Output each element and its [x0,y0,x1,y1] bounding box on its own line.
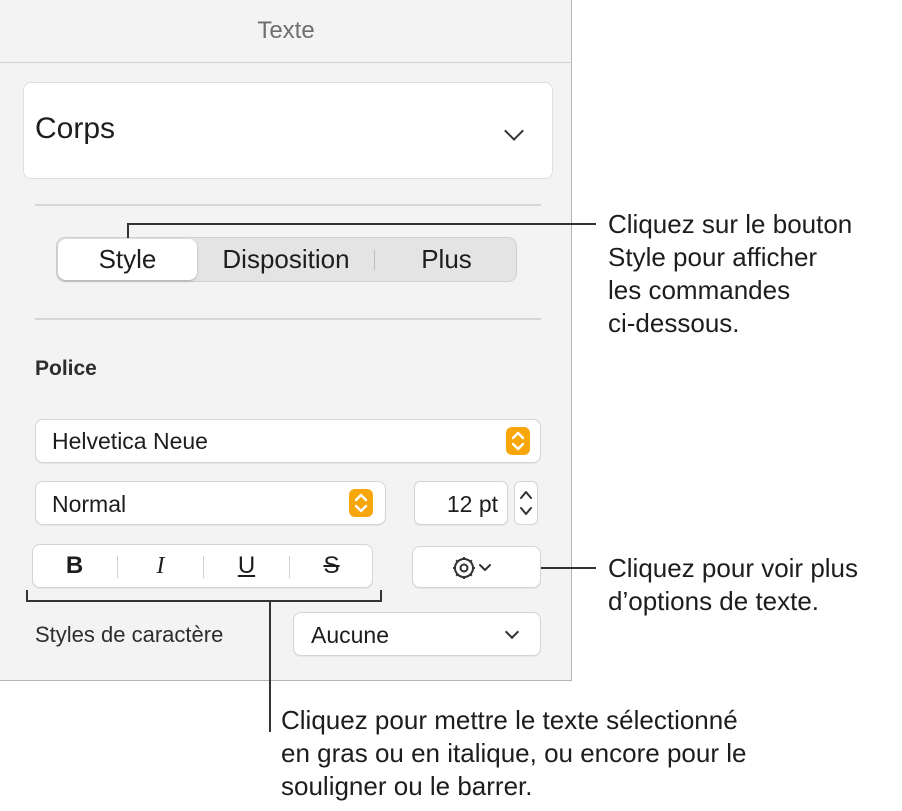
divider [35,318,541,320]
callout-line: d’options de texte. [608,586,820,616]
underline-button[interactable]: U [204,544,289,588]
callout-line: ci-dessous. [608,308,740,338]
tab-plus[interactable]: Plus [378,239,515,280]
callout-line: Style pour afficher [608,242,818,272]
callout-style-button: Cliquez sur le bouton Style pour affiche… [608,208,852,340]
panel-title: Texte [257,17,315,44]
font-section-label: Police [35,357,97,380]
italic-button[interactable]: I [118,544,203,588]
tab-divider [374,250,375,270]
font-weight-value: Normal [52,491,127,517]
gear-icon [453,557,491,579]
stepper-arrows-icon [520,491,532,515]
callout-leader [127,224,129,238]
updown-chevron-icon[interactable] [506,427,530,455]
callout-line: Cliquez sur le bouton [608,209,853,239]
tab-style[interactable]: Style [58,239,197,280]
callout-bracket [26,600,382,602]
callout-leader [269,600,271,732]
font-size-value: 12 pt [446,491,498,517]
font-size-stepper[interactable] [514,481,538,525]
character-styles-label: Styles de caractère [35,622,224,647]
bold-button[interactable]: B [32,544,117,588]
callout-line: Cliquez pour voir plus [608,553,859,583]
callout-line: souligner ou le barrer. [281,771,533,801]
font-family-value: Helvetica Neue [52,428,208,454]
callout-more-options: Cliquez pour voir plus d’options de text… [608,552,858,618]
title-divider [0,62,572,63]
paragraph-style-label: Corps [35,112,116,145]
updown-chevron-icon[interactable] [349,489,373,517]
callout-line: Cliquez pour mettre le texte sélectionné [281,705,738,735]
callout-format: Cliquez pour mettre le texte sélectionné… [281,704,746,803]
strikethrough-button[interactable]: S [290,544,373,588]
callout-leader [127,223,596,225]
tab-disposition[interactable]: Disposition [200,239,372,280]
callout-leader [541,567,596,569]
callout-bracket [26,590,28,602]
callout-bracket [380,590,382,602]
callout-line: en gras ou en italique, ou encore pour l… [281,738,747,768]
callout-line: les commandes [608,275,791,305]
character-styles-value: Aucune [311,622,390,648]
divider [35,204,541,206]
